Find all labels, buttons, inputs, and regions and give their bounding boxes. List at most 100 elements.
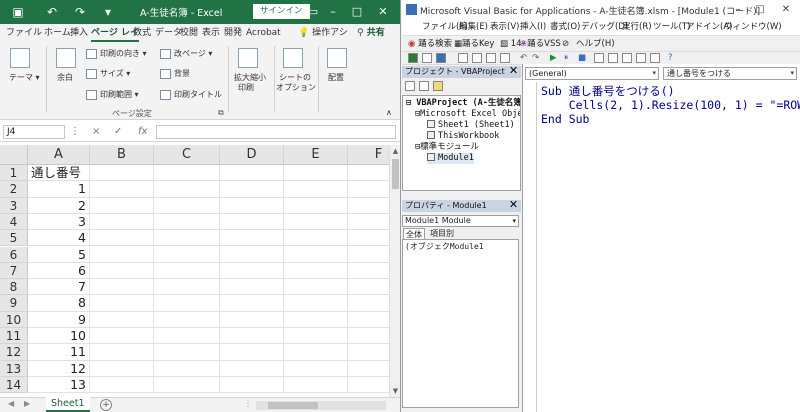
cell[interactable] bbox=[284, 279, 348, 296]
cell[interactable]: 6 bbox=[28, 262, 90, 280]
cut-icon[interactable] bbox=[458, 53, 468, 63]
cell[interactable] bbox=[154, 295, 220, 312]
sheet-options-icon[interactable] bbox=[283, 48, 303, 68]
customize-qat-icon[interactable]: ▾ bbox=[100, 4, 116, 20]
cell[interactable] bbox=[284, 376, 348, 394]
sheet-nav-prev-icon[interactable]: ◀ bbox=[8, 399, 14, 408]
menu-run[interactable]: 実行(R) bbox=[622, 21, 652, 33]
undo-code-icon[interactable]: ↶ bbox=[520, 52, 527, 64]
procedure-combo[interactable]: 通し番号をつける ▾ bbox=[663, 67, 797, 80]
vbe-minimize-icon[interactable]: – bbox=[730, 1, 746, 18]
cell[interactable] bbox=[220, 344, 284, 361]
cell[interactable] bbox=[90, 344, 154, 361]
cell[interactable] bbox=[284, 181, 348, 198]
row-header[interactable]: 6 bbox=[0, 246, 28, 263]
cell[interactable] bbox=[348, 344, 390, 361]
cell[interactable] bbox=[348, 198, 390, 214]
horizontal-scroll-thumb[interactable] bbox=[268, 402, 318, 409]
cell[interactable] bbox=[284, 262, 348, 280]
tree-item-excel-objects[interactable]: ⊟Microsoft Excel Object bbox=[415, 109, 520, 120]
cell[interactable]: 13 bbox=[28, 376, 90, 394]
tab-home[interactable]: ホーム bbox=[44, 26, 71, 40]
cell[interactable] bbox=[220, 376, 284, 394]
scale-to-fit-icon[interactable] bbox=[238, 48, 258, 68]
code-margin[interactable] bbox=[523, 82, 537, 412]
project-pane-close-icon[interactable]: ✕ bbox=[508, 65, 519, 77]
cell[interactable] bbox=[90, 165, 154, 182]
cell[interactable] bbox=[284, 360, 348, 377]
cell[interactable] bbox=[348, 263, 390, 280]
cell[interactable] bbox=[284, 311, 348, 328]
property-name-row[interactable]: (オブジェクModule1 bbox=[405, 241, 484, 252]
toggle-folders-icon[interactable] bbox=[433, 81, 443, 91]
row-header[interactable]: 2 bbox=[0, 181, 28, 198]
cell[interactable]: 7 bbox=[28, 279, 90, 296]
cell[interactable]: 4 bbox=[28, 230, 90, 247]
background-button[interactable]: 背景 bbox=[160, 68, 190, 79]
insert-function-icon[interactable]: fx bbox=[138, 125, 147, 139]
break-icon[interactable]: ⏸ bbox=[564, 52, 568, 64]
cell[interactable] bbox=[154, 311, 220, 328]
copy-icon[interactable] bbox=[472, 53, 482, 63]
cell[interactable] bbox=[220, 197, 284, 214]
column-header[interactable]: B bbox=[90, 145, 154, 165]
cell[interactable] bbox=[348, 295, 390, 312]
cell[interactable] bbox=[348, 328, 390, 345]
orientation-button[interactable]: 印刷の向き ▾ bbox=[86, 48, 147, 59]
menu-edit[interactable]: 編集(E) bbox=[459, 21, 488, 33]
scroll-down-icon[interactable]: ▼ bbox=[390, 385, 400, 397]
tab-data[interactable]: データ bbox=[155, 26, 182, 40]
row-header[interactable]: 8 bbox=[0, 279, 28, 296]
cell[interactable]: 11 bbox=[28, 344, 90, 361]
split-handle-icon[interactable]: ⋮ bbox=[244, 399, 252, 408]
cell[interactable] bbox=[348, 181, 390, 198]
tree-item-thisworkbook[interactable]: ThisWorkbook bbox=[427, 131, 499, 142]
print-titles-button[interactable]: 印刷タイトル bbox=[160, 89, 222, 100]
vbe-help-menu[interactable]: ヘルプ(H) bbox=[576, 38, 615, 50]
cell[interactable] bbox=[90, 197, 154, 214]
column-header[interactable]: E bbox=[284, 145, 348, 165]
cell[interactable] bbox=[220, 360, 284, 377]
cell[interactable] bbox=[348, 165, 390, 182]
cell[interactable] bbox=[90, 328, 154, 345]
menu-format[interactable]: 書式(O) bbox=[550, 21, 580, 33]
font-size-button[interactable]: ▧ 14 bbox=[500, 38, 522, 50]
odoru-search-button[interactable]: ◉ 踊る検索 bbox=[408, 38, 452, 50]
tell-me-search[interactable]: 💡 操作アシ bbox=[298, 26, 348, 40]
reset-icon[interactable]: ■ bbox=[578, 52, 586, 64]
cell[interactable] bbox=[154, 262, 220, 280]
redo-code-icon[interactable]: ↷ bbox=[532, 52, 539, 64]
object-combo[interactable]: (General) ▾ bbox=[525, 67, 659, 80]
column-header[interactable]: C bbox=[154, 145, 220, 165]
themes-button[interactable]: テーマ ▾ bbox=[9, 72, 40, 83]
redo-icon[interactable]: ↷ bbox=[72, 4, 88, 20]
tree-item-sheet1[interactable]: Sheet1 (Sheet1) bbox=[427, 120, 515, 131]
menu-view[interactable]: 表示(V) bbox=[490, 21, 519, 33]
tab-acrobat[interactable]: Acrobat bbox=[246, 26, 281, 40]
tree-item-standard-modules[interactable]: ⊟標準モジュール bbox=[415, 142, 479, 153]
project-tree[interactable]: ⊟ VBAProject (A-生徒名簿 ⊟Microsoft Excel Ob… bbox=[402, 95, 521, 191]
code-editor[interactable]: Sub 通し番号をつける() Cells(2, 1).Resize(100, 1… bbox=[541, 84, 800, 404]
row-header[interactable]: 11 bbox=[0, 328, 28, 345]
cell[interactable] bbox=[348, 230, 390, 247]
cell[interactable] bbox=[220, 279, 284, 296]
scroll-thumb[interactable] bbox=[392, 159, 399, 189]
cell[interactable] bbox=[284, 230, 348, 247]
cell[interactable] bbox=[348, 377, 390, 394]
worksheet-grid[interactable]: A B C D E F 1 通し番号 2 1 3 2 4 3 5 4 6 5 7 6 8 7 9 8 10 9 11 10 12 11 13… bbox=[0, 145, 390, 397]
margins-icon[interactable] bbox=[56, 48, 76, 68]
select-all-corner[interactable] bbox=[0, 145, 28, 165]
cell[interactable] bbox=[154, 376, 220, 394]
cell[interactable]: 10 bbox=[28, 328, 90, 345]
enter-icon[interactable]: ✓ bbox=[114, 125, 122, 139]
add-sheet-icon[interactable]: + bbox=[100, 399, 112, 411]
find-icon[interactable] bbox=[500, 53, 510, 63]
close-icon[interactable]: ✕ bbox=[374, 2, 392, 22]
cell[interactable] bbox=[348, 361, 390, 377]
design-mode-icon[interactable] bbox=[594, 53, 604, 63]
cell[interactable] bbox=[284, 344, 348, 361]
cell[interactable] bbox=[90, 360, 154, 377]
tab-insert[interactable]: 挿入 bbox=[70, 26, 88, 40]
cell[interactable] bbox=[154, 246, 220, 263]
name-box[interactable]: J4 bbox=[3, 125, 65, 139]
